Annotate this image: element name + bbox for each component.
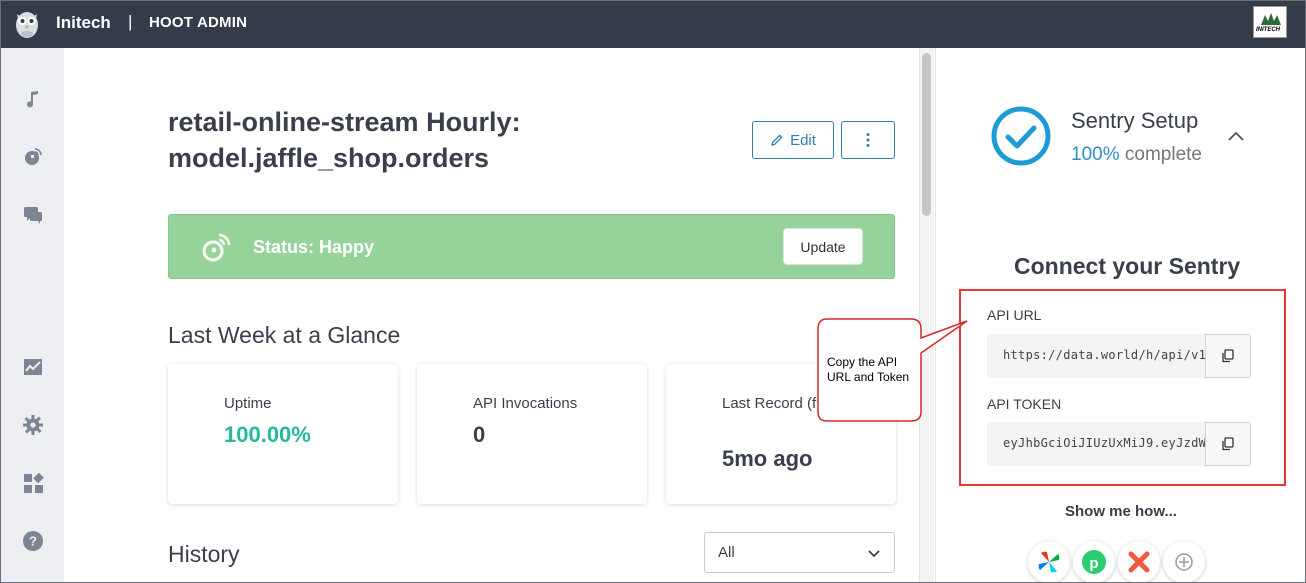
integration-p[interactable]: p xyxy=(1073,541,1115,582)
glance-heading: Last Week at a Glance xyxy=(168,322,401,348)
history-filter-value: All xyxy=(718,544,735,561)
status-text: Status: Happy xyxy=(253,237,375,257)
header-separator: | xyxy=(128,12,133,31)
edit-label: Edit xyxy=(790,131,816,149)
main-content: retail-online-stream Hourly: model.jaffl… xyxy=(64,48,919,582)
api-invocations-label: API Invocations xyxy=(473,395,578,412)
scrollbar-thumb[interactable] xyxy=(922,53,931,216)
chevron-down-icon xyxy=(868,550,880,558)
integration-x[interactable] xyxy=(1118,541,1160,582)
integration-add[interactable] xyxy=(1163,541,1205,582)
history-heading: History xyxy=(168,541,240,567)
chevron-up-icon[interactable] xyxy=(1226,129,1246,143)
callout-text: Copy the API URL and Token xyxy=(827,355,910,384)
p-logo-icon: p xyxy=(1082,550,1106,574)
setup-progress: 100% complete xyxy=(1071,144,1202,166)
brand-name[interactable]: Initech xyxy=(56,13,111,33)
connect-title: Connect your Sentry xyxy=(1014,253,1241,279)
setup-title: Sentry Setup xyxy=(1071,108,1199,133)
copy-api-url-button[interactable] xyxy=(1205,334,1251,378)
chat-icon[interactable] xyxy=(22,204,44,226)
section-title: HOOT ADMIN xyxy=(149,14,248,31)
logo-text: INITECH xyxy=(1256,27,1280,33)
vertical-dots-icon xyxy=(866,133,870,147)
plus-circle-icon xyxy=(1175,553,1193,571)
api-url-value: https://data.world/h/api/v1/ xyxy=(1003,348,1206,362)
show-me-how-link[interactable]: Show me how... xyxy=(1065,503,1177,520)
check-circle-icon xyxy=(991,106,1051,166)
copy-icon xyxy=(1222,349,1234,363)
satellite-icon[interactable] xyxy=(22,146,44,168)
top-bar: Initech | HOOT ADMIN INITECH xyxy=(1,1,1305,48)
setup-percent: 100% xyxy=(1071,144,1120,165)
company-logo[interactable]: INITECH xyxy=(1253,6,1287,38)
setup-complete-word: complete xyxy=(1124,144,1202,165)
copy-icon xyxy=(1222,437,1234,451)
status-banner: Status: Happy Update xyxy=(168,214,895,279)
left-rail: ? xyxy=(1,48,64,582)
chart-icon[interactable] xyxy=(22,356,44,378)
music-icon[interactable] xyxy=(22,88,44,110)
integration-airflow[interactable] xyxy=(1028,541,1070,582)
uptime-card: Uptime 100.00% xyxy=(168,364,398,504)
api-token-label: API TOKEN xyxy=(987,396,1062,412)
svg-text:?: ? xyxy=(29,534,37,549)
pinwheel-icon xyxy=(1038,551,1060,573)
page-title: retail-online-stream Hourly: model.jaffl… xyxy=(168,107,521,173)
uptime-label: Uptime xyxy=(224,395,272,412)
update-button[interactable]: Update xyxy=(783,228,863,265)
api-url-field[interactable]: https://data.world/h/api/v1/ xyxy=(987,334,1206,378)
satellite-dish-icon xyxy=(202,233,231,262)
api-invocations-value: 0 xyxy=(473,422,486,447)
cross-logo-icon xyxy=(1128,551,1150,573)
initech-logo-icon xyxy=(1261,13,1281,25)
help-icon[interactable]: ? xyxy=(22,530,44,552)
api-invocations-card: API Invocations 0 xyxy=(417,364,647,504)
copy-api-token-button[interactable] xyxy=(1205,422,1251,466)
api-token-field[interactable]: eyJhbGciOiJIUzUxMiJ9.eyJzdWI xyxy=(987,422,1206,466)
dashboard-icon[interactable] xyxy=(22,472,44,494)
svg-text:p: p xyxy=(1089,555,1098,572)
app-window: Initech | HOOT ADMIN INITECH ? retail-on… xyxy=(0,0,1306,583)
more-options-button[interactable] xyxy=(841,121,895,159)
gear-icon[interactable] xyxy=(22,414,44,436)
edit-button[interactable]: Edit xyxy=(752,121,834,159)
pencil-icon xyxy=(771,134,783,146)
api-token-value: eyJhbGciOiJIUzUxMiJ9.eyJzdWI xyxy=(1003,436,1206,450)
owl-logo-icon[interactable] xyxy=(14,9,40,39)
last-record-value: 5mo ago xyxy=(722,446,813,471)
uptime-value: 100.00% xyxy=(224,422,311,447)
api-url-label: API URL xyxy=(987,307,1042,323)
history-filter-select[interactable]: All xyxy=(704,532,895,573)
